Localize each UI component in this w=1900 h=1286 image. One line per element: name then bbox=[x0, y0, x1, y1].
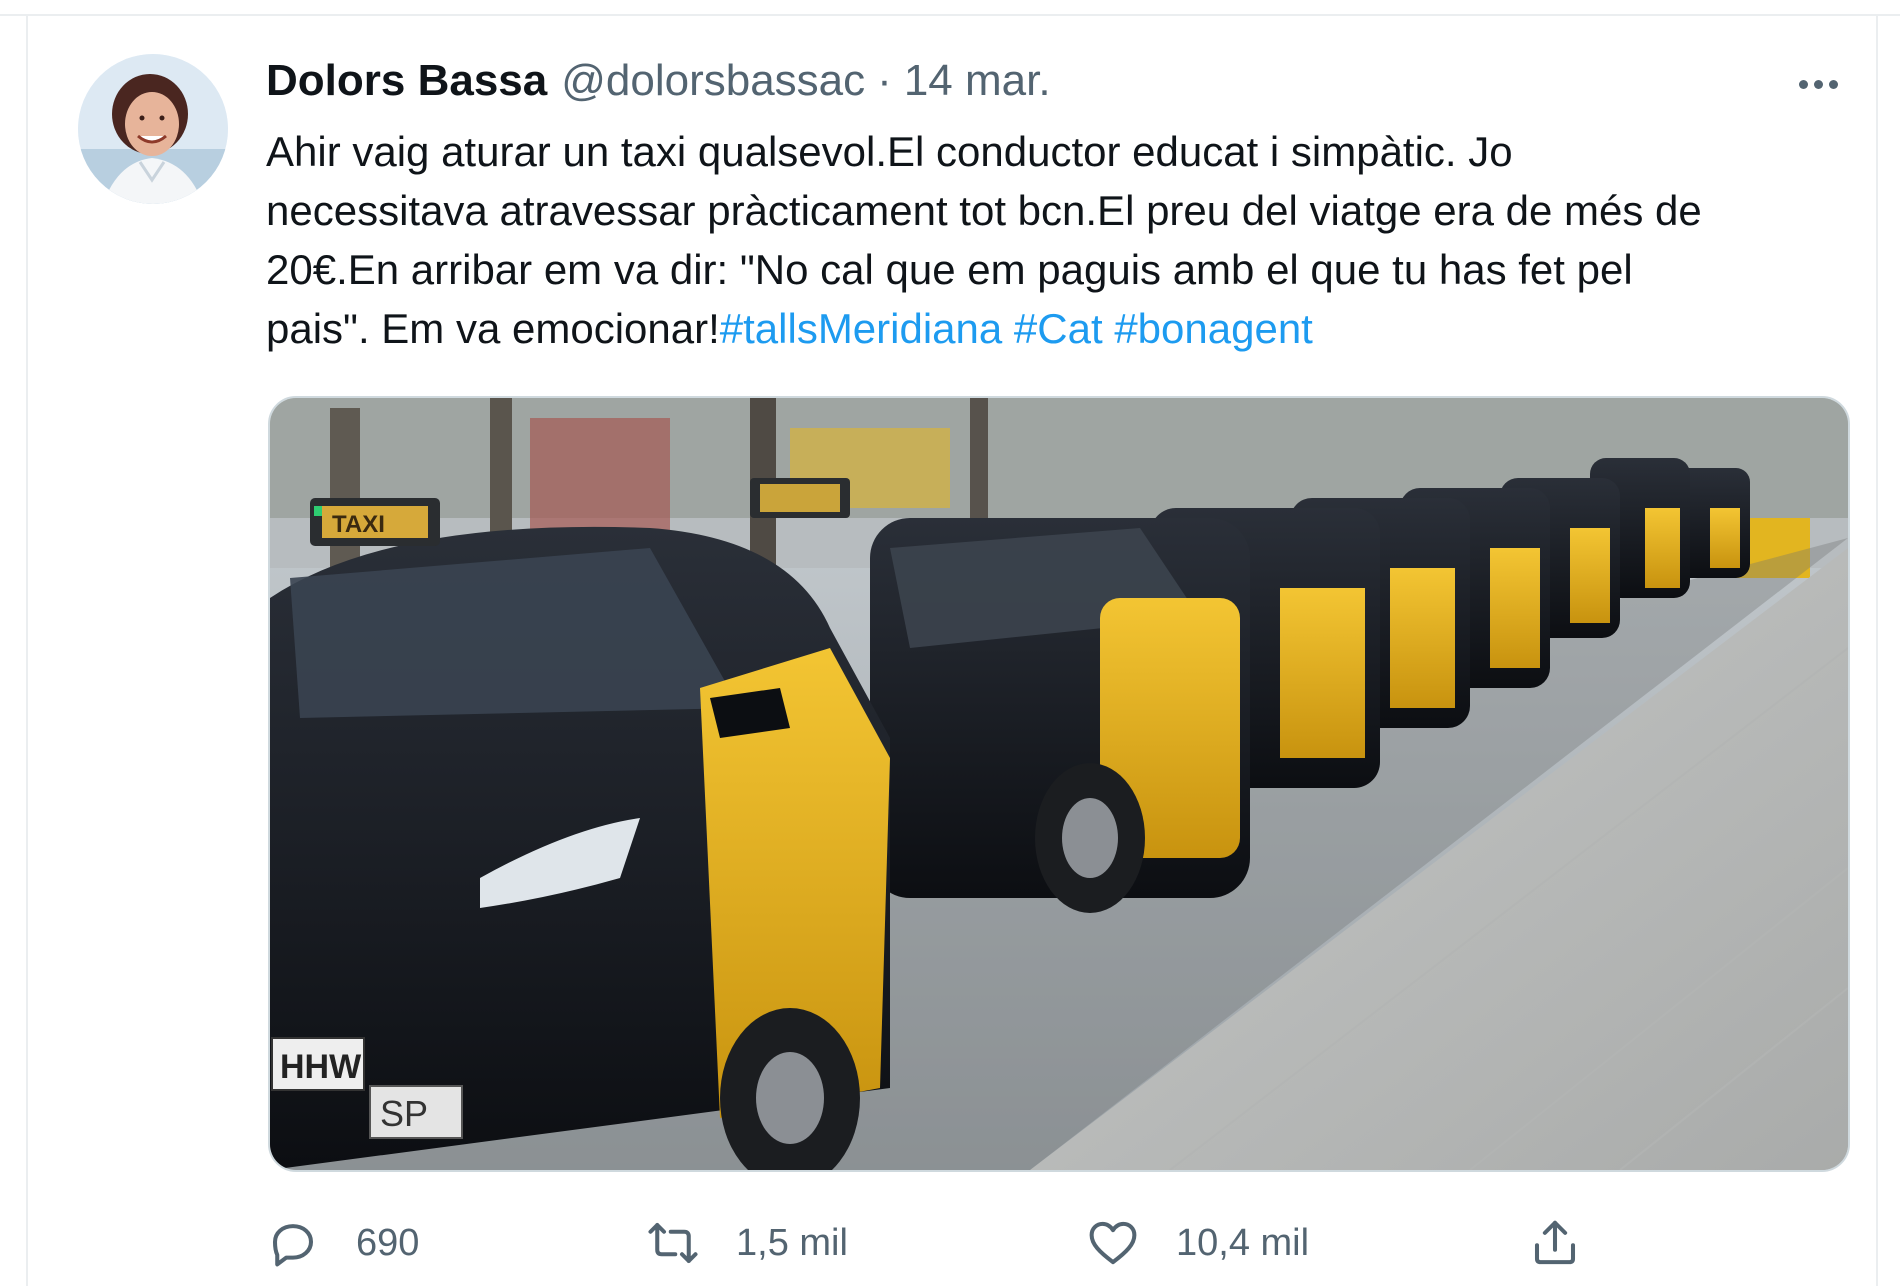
tweet-date[interactable]: 14 mar. bbox=[904, 56, 1051, 106]
retweet-button[interactable]: 1,5 mil bbox=[646, 1208, 848, 1278]
hashtag-link[interactable]: #bonagent bbox=[1114, 305, 1313, 352]
license-plate-text: HHW bbox=[280, 1048, 362, 1086]
reply-count: 690 bbox=[356, 1221, 420, 1264]
avatar-image bbox=[78, 54, 228, 204]
author-handle[interactable]: @dolorsbassac bbox=[561, 56, 865, 106]
top-divider bbox=[0, 0, 1900, 16]
share-button[interactable] bbox=[1528, 1208, 1582, 1278]
reply-button[interactable]: 690 bbox=[266, 1208, 419, 1278]
tweet-text-line: necessitava atravessar pràcticament tot … bbox=[266, 187, 1702, 234]
author-name[interactable]: Dolors Bassa bbox=[266, 56, 547, 106]
tweet-text-line: Ahir vaig aturar un taxi qualsevol.El co… bbox=[266, 128, 1513, 175]
header-separator: · bbox=[877, 56, 892, 105]
tweet-page: Dolors Bassa @dolorsbassac · 14 mar. Ahi… bbox=[0, 0, 1900, 1286]
like-button[interactable]: 10,4 mil bbox=[1086, 1208, 1309, 1278]
more-options-button[interactable] bbox=[1788, 60, 1848, 108]
author-avatar[interactable] bbox=[78, 54, 228, 204]
hashtag-link[interactable]: #Cat bbox=[1014, 305, 1103, 352]
heart-icon bbox=[1089, 1221, 1137, 1265]
tweet-media-photo[interactable]: HHW SP TAXI bbox=[268, 396, 1850, 1172]
hashtag-link[interactable]: #tallsMeridiana bbox=[720, 305, 1002, 352]
tweet-header: Dolors Bassa @dolorsbassac · 14 mar. bbox=[266, 56, 1051, 116]
like-count: 10,4 mil bbox=[1176, 1221, 1310, 1264]
taxi-sign-text: TAXI bbox=[332, 511, 385, 538]
tweet-text-line: pais". Em va emocionar! bbox=[266, 305, 720, 352]
retweet-arrows-icon bbox=[648, 1222, 698, 1264]
left-divider bbox=[26, 14, 28, 1286]
retweet-count: 1,5 mil bbox=[736, 1221, 848, 1264]
tweet-text-line: 20€.En arribar em va dir: "No cal que em… bbox=[266, 246, 1633, 293]
tweet-text-last-line: pais". Em va emocionar!#tallsMeridiana #… bbox=[266, 299, 1866, 358]
tweet-actions-bar: 690 1,5 mil 10,4 mil bbox=[266, 1208, 1606, 1278]
reply-bubble-icon bbox=[272, 1224, 314, 1267]
taxi-rank-photo: HHW SP TAXI bbox=[270, 398, 1848, 1170]
right-divider bbox=[1876, 14, 1878, 1286]
tweet-text: Ahir vaig aturar un taxi qualsevol.El co… bbox=[266, 122, 1866, 358]
more-dots-icon bbox=[1798, 79, 1838, 89]
share-upload-icon bbox=[1534, 1220, 1576, 1265]
plate-badge-text: SP bbox=[380, 1093, 428, 1134]
